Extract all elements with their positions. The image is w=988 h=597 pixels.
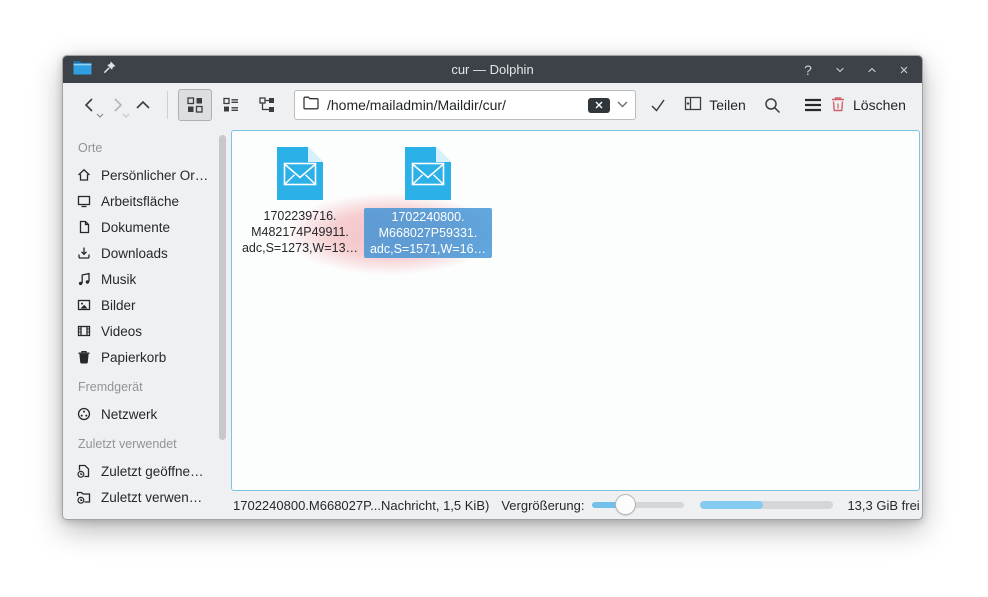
file-item-1[interactable]: 1702239716. M482174P49911. adc,S=1273,W=… [236, 147, 364, 256]
sidebar-item-pictures[interactable]: Bilder [76, 292, 231, 318]
video-icon [76, 323, 92, 339]
places-section-fremdgeraet: Fremdgerät [78, 380, 231, 394]
sidebar-scrollbar[interactable] [219, 135, 226, 440]
app-folder-icon [73, 60, 92, 80]
location-folder-icon [303, 96, 319, 115]
music-icon [76, 271, 92, 287]
icons-view-button[interactable] [178, 89, 212, 121]
disk-capacity-fill [700, 501, 763, 509]
download-icon [76, 245, 92, 261]
menu-button[interactable] [796, 89, 830, 121]
back-button[interactable] [77, 89, 104, 121]
minimize-button[interactable] [832, 62, 848, 78]
split-view-label: Teilen [709, 97, 746, 113]
forward-dropdown-icon [122, 113, 130, 119]
delete-label: Löschen [853, 97, 906, 113]
file-name: 1702240800. M668027P59331. adc,S=1571,W=… [364, 208, 492, 258]
maximize-button[interactable] [864, 62, 880, 78]
location-bar[interactable]: /home/mailadmin/Maildir/cur/ [294, 90, 636, 120]
places-section-recent: Zuletzt verwendet [78, 437, 231, 451]
zoom-label: Vergrößerung: [501, 498, 584, 513]
pin-icon[interactable] [102, 60, 117, 80]
sidebar-item-downloads[interactable]: Downloads [76, 240, 231, 266]
trash-red-icon [830, 95, 846, 116]
delete-button[interactable]: Löschen [830, 89, 906, 121]
file-item-2-selected[interactable]: 1702240800. M668027P59331. adc,S=1571,W=… [364, 147, 492, 258]
recent-folder-icon [76, 489, 92, 505]
search-button[interactable] [756, 89, 790, 121]
close-button[interactable] [896, 62, 912, 78]
window-title: cur — Dolphin [63, 62, 922, 77]
sidebar-item-documents[interactable]: Dokumente [76, 214, 231, 240]
image-icon [76, 297, 92, 313]
sidebar-item-videos[interactable]: Videos [76, 318, 231, 344]
search-icon [763, 96, 782, 115]
toolbar-separator [167, 91, 168, 119]
main-toolbar: /home/mailadmin/Maildir/cur/ [63, 83, 922, 127]
file-name: 1702239716. M482174P49911. adc,S=1273,W=… [236, 208, 364, 256]
document-icon [76, 219, 92, 235]
split-view-icon [684, 95, 702, 115]
zoom-slider[interactable] [592, 494, 684, 516]
help-button[interactable]: ? [800, 62, 816, 78]
location-path[interactable]: /home/mailadmin/Maildir/cur/ [327, 97, 588, 113]
tree-view-button[interactable] [250, 89, 284, 121]
desktop-icon [76, 193, 92, 209]
selection-info: 1702240800.M668027P...Nachricht, 1,5 KiB… [233, 498, 489, 513]
network-icon [76, 406, 92, 422]
location-dropdown-icon[interactable] [616, 96, 629, 114]
up-button[interactable] [130, 89, 157, 121]
sidebar-item-home[interactable]: Persönlicher Or… [76, 162, 231, 188]
back-dropdown-icon [96, 113, 104, 119]
split-view-button[interactable]: Teilen [684, 89, 746, 121]
desktop: cur — Dolphin ? [0, 0, 988, 597]
disk-capacity-bar [700, 501, 833, 509]
sidebar-item-recent-locations[interactable]: Zuletzt verwen… [76, 484, 231, 510]
zoom-slider-handle[interactable] [615, 494, 636, 515]
statusbar: 1702240800.M668027P...Nachricht, 1,5 KiB… [231, 491, 922, 519]
hamburger-icon [804, 98, 822, 112]
mail-file-icon [277, 147, 323, 200]
titlebar[interactable]: cur — Dolphin ? [63, 56, 922, 83]
accept-button[interactable] [642, 89, 674, 121]
places-section-orte: Orte [78, 141, 231, 155]
details-view-button[interactable] [214, 89, 248, 121]
sidebar-item-recent-files[interactable]: Zuletzt geöffne… [76, 458, 231, 484]
clear-location-icon[interactable] [588, 98, 610, 113]
sidebar-item-music[interactable]: Musik [76, 266, 231, 292]
sidebar-item-desktop[interactable]: Arbeitsfläche [76, 188, 231, 214]
recent-document-icon [76, 463, 92, 479]
home-icon [76, 167, 92, 183]
dolphin-window: cur — Dolphin ? [62, 55, 923, 520]
trash-icon [76, 349, 92, 365]
places-panel: Orte Persönlicher Or… Arbeitsfläche Doku… [63, 127, 231, 519]
mail-file-icon [405, 147, 451, 200]
forward-button[interactable] [104, 89, 131, 121]
sidebar-item-trash[interactable]: Papierkorb [76, 344, 231, 370]
folder-view[interactable]: 1702239716. M482174P49911. adc,S=1273,W=… [231, 130, 920, 491]
free-space-label: 13,3 GiB frei [847, 498, 919, 513]
sidebar-item-network[interactable]: Netzwerk [76, 401, 231, 427]
